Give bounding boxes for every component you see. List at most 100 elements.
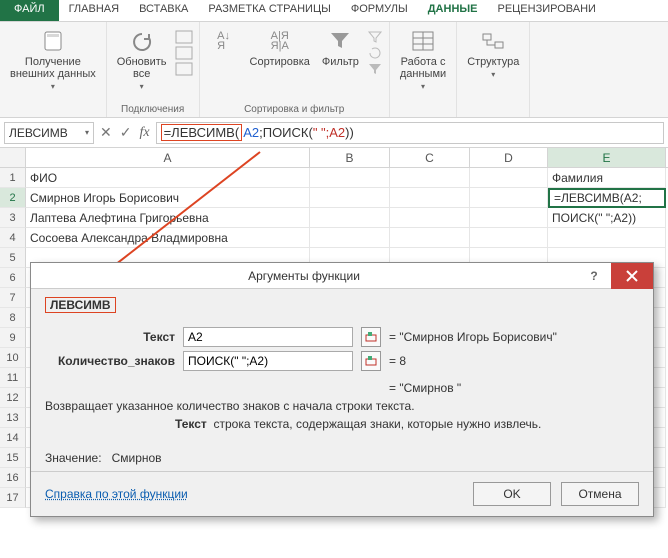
select-all-corner[interactable] (0, 148, 26, 167)
tab-home[interactable]: ГЛАВНАЯ (59, 0, 129, 21)
col-header-A[interactable]: A (26, 148, 310, 167)
row-header[interactable]: 9 (0, 328, 26, 348)
value-label: Значение: (45, 451, 102, 465)
table-icon (409, 28, 437, 54)
range-select-icon (365, 331, 377, 343)
cell[interactable] (390, 188, 470, 208)
ribbon-tabs: ФАЙЛ ГЛАВНАЯ ВСТАВКА РАЗМЕТКА СТРАНИЦЫ Ф… (0, 0, 668, 22)
arg-count-label: Количество_знаков (45, 354, 175, 368)
cell[interactable] (310, 188, 390, 208)
enter-icon[interactable]: ✓ (120, 124, 132, 141)
row-header[interactable]: 2 (0, 188, 26, 208)
filter-button[interactable]: Фильтр (318, 26, 363, 70)
chevron-down-icon: ▾ (491, 70, 495, 79)
tab-review[interactable]: РЕЦЕНЗИРОВАНИ (488, 0, 606, 21)
row-header[interactable]: 14 (0, 428, 26, 448)
cell[interactable]: Смирнов Игорь Борисович (26, 188, 310, 208)
row-header[interactable]: 5 (0, 248, 26, 268)
row-header[interactable]: 1 (0, 168, 26, 188)
dialog-title: Аргументы функции (31, 269, 577, 283)
arg-hint-label: Текст (175, 417, 207, 431)
refresh-all-button[interactable]: Обновить все ▾ (113, 26, 171, 93)
help-button[interactable]: ? (577, 263, 611, 289)
row-header[interactable]: 15 (0, 448, 26, 468)
function-description: Возвращает указанное количество знаков с… (45, 399, 639, 413)
tab-file[interactable]: ФАЙЛ (0, 0, 59, 21)
cell[interactable] (390, 228, 470, 248)
col-header-D[interactable]: D (470, 148, 548, 167)
arg-count-input[interactable] (183, 351, 353, 371)
arg-text-label: Текст (45, 330, 175, 344)
close-button[interactable] (611, 263, 653, 289)
outline-button[interactable]: Структура ▾ (463, 26, 523, 81)
cell[interactable]: =ЛЕВСИМВ(A2; (548, 188, 666, 208)
sort-button[interactable]: А|ЯЯ|А Сортировка (246, 26, 314, 70)
cancel-button[interactable]: Отмена (561, 482, 639, 506)
cell[interactable]: Сосоева Александра Владмировна (26, 228, 310, 248)
outline-icon (479, 28, 507, 54)
connections-group-label: Подключения (121, 102, 184, 115)
arg-text-input[interactable] (183, 327, 353, 347)
fx-icon[interactable]: fx (139, 125, 149, 141)
cancel-icon[interactable]: ✕ (100, 124, 112, 141)
name-box[interactable]: ЛЕВСИМВ ▾ (4, 122, 94, 144)
col-header-C[interactable]: C (390, 148, 470, 167)
column-headers: A B C D E (0, 148, 668, 168)
cell[interactable] (310, 228, 390, 248)
row-header[interactable]: 17 (0, 488, 26, 508)
function-arguments-dialog: Аргументы функции ? ЛЕВСИМВ Текст = "Сми… (30, 262, 654, 517)
row-header[interactable]: 4 (0, 228, 26, 248)
tab-pagelayout[interactable]: РАЗМЕТКА СТРАНИЦЫ (198, 0, 340, 21)
formula-input[interactable]: =ЛЕВСИМВ(A2;ПОИСК(" ";A2)) (156, 122, 664, 144)
tab-formulas[interactable]: ФОРМУЛЫ (341, 0, 418, 21)
chevron-down-icon: ▾ (51, 82, 55, 91)
cell[interactable]: ПОИСК(" ";A2)) (548, 208, 666, 228)
cell[interactable] (548, 228, 666, 248)
clear-filter-icon[interactable] (367, 30, 383, 44)
tab-insert[interactable]: ВСТАВКА (129, 0, 198, 21)
row-header[interactable]: 10 (0, 348, 26, 368)
cell[interactable]: Лаптева Алефтина Григорьевна (26, 208, 310, 228)
cell[interactable] (310, 208, 390, 228)
cell[interactable]: ФИО (26, 168, 310, 188)
cell[interactable] (470, 168, 548, 188)
tab-data[interactable]: ДАННЫЕ (418, 0, 488, 21)
formula-highlight: =ЛЕВСИМВ( (161, 124, 243, 141)
formula-bar: ЛЕВСИМВ ▾ ✕ ✓ fx =ЛЕВСИМВ(A2;ПОИСК(" ";A… (0, 118, 668, 148)
sort-icon: А|ЯЯ|А (266, 28, 294, 54)
sort-az-icon: А↓Я (210, 28, 238, 54)
row-header[interactable]: 6 (0, 268, 26, 288)
col-header-E[interactable]: E (548, 148, 666, 167)
cell[interactable] (390, 208, 470, 228)
row-header[interactable]: 7 (0, 288, 26, 308)
row-header[interactable]: 12 (0, 388, 26, 408)
ok-button[interactable]: OK (473, 482, 551, 506)
funnel-icon (326, 28, 354, 54)
properties-icon[interactable] (175, 46, 193, 60)
edit-links-icon[interactable] (175, 62, 193, 76)
cell[interactable] (390, 168, 470, 188)
collapse-dialog-button[interactable] (361, 351, 381, 371)
sort-filter-group-label: Сортировка и фильтр (244, 102, 344, 115)
col-header-B[interactable]: B (310, 148, 390, 167)
cell[interactable] (470, 228, 548, 248)
reapply-icon[interactable] (367, 46, 383, 60)
cell[interactable]: Фамилия (548, 168, 666, 188)
chevron-down-icon: ▾ (421, 82, 425, 91)
cell[interactable] (470, 208, 548, 228)
collapse-dialog-button[interactable] (361, 327, 381, 347)
row-header[interactable]: 8 (0, 308, 26, 328)
sort-asc-button[interactable]: А↓Я (206, 26, 242, 56)
connections-icon[interactable] (175, 30, 193, 44)
row-header[interactable]: 16 (0, 468, 26, 488)
cell[interactable] (310, 168, 390, 188)
help-link[interactable]: Справка по этой функции (45, 487, 188, 501)
advanced-filter-icon[interactable] (367, 62, 383, 76)
data-tools-button[interactable]: Работа с данными ▾ (396, 26, 450, 93)
row-header[interactable]: 13 (0, 408, 26, 428)
cell[interactable] (470, 188, 548, 208)
external-data-button[interactable]: Получение внешних данных ▾ (6, 26, 100, 93)
database-icon (39, 28, 67, 54)
row-header[interactable]: 3 (0, 208, 26, 228)
row-header[interactable]: 11 (0, 368, 26, 388)
